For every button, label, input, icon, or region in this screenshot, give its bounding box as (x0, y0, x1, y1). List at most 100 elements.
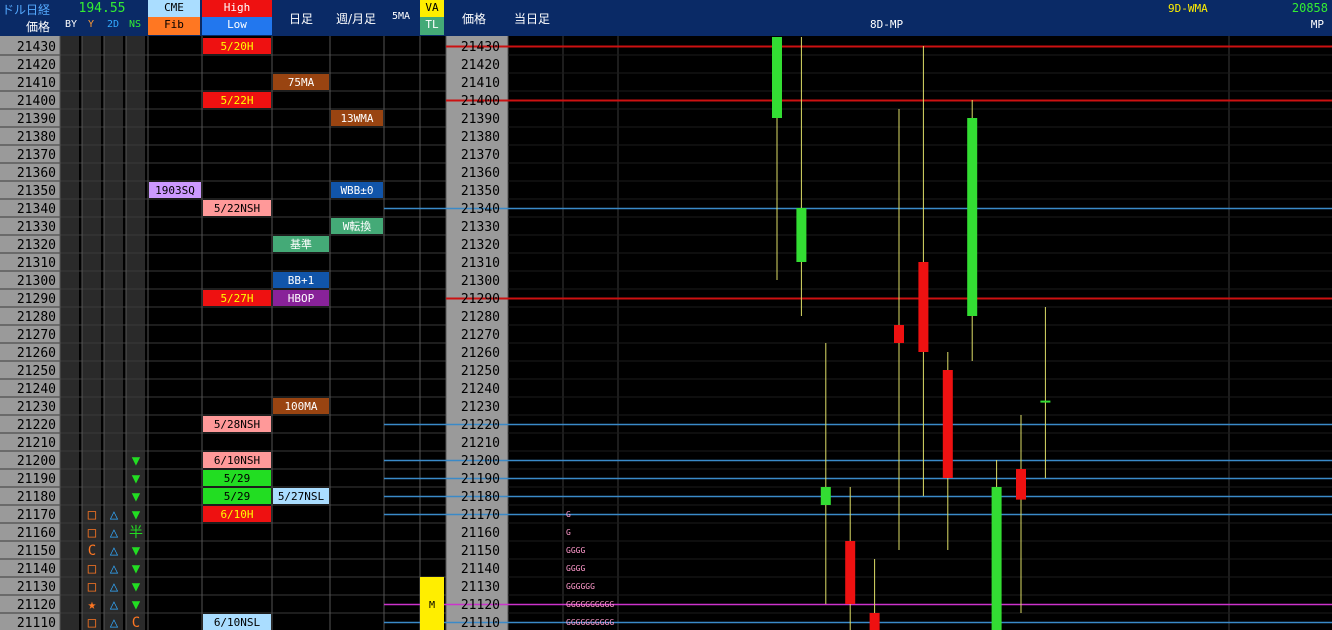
signal-ns: C (132, 615, 140, 630)
price-tick-right: 21260 (461, 346, 500, 361)
highlow-label-text: 5/29 (224, 490, 251, 503)
price-tick-right: 21250 (461, 364, 500, 379)
daily-header: 日足 (288, 12, 313, 26)
signal-y: △ (110, 525, 119, 541)
price-tick-right: 21380 (461, 130, 500, 145)
price-tick-right: 21190 (461, 472, 500, 487)
signal-ns: 半 (129, 525, 143, 541)
price-tick-left: 21330 (17, 220, 56, 235)
high-header: High (202, 0, 272, 17)
daily-label-text: 75MA (288, 76, 315, 89)
signal-y: △ (110, 507, 119, 523)
price-tick-right: 21150 (461, 544, 500, 559)
price-tick-right: 21110 (461, 616, 500, 630)
price-tick-right: 21310 (461, 256, 500, 271)
candle-body (1016, 469, 1026, 500)
price-tick-left: 21400 (17, 94, 56, 109)
price-tick-right: 21420 (461, 58, 500, 73)
signal-y: △ (110, 543, 119, 559)
price-tick-right: 21410 (461, 76, 500, 91)
chart-screen: ドル日経 価格 194.55 BY Y 2D NS CME Fib High L… (0, 0, 1332, 630)
price-tick-left: 21250 (17, 364, 56, 379)
price-tick-right: 21360 (461, 166, 500, 181)
price-tick-right: 21300 (461, 274, 500, 289)
price-tick-left: 21220 (17, 418, 56, 433)
price-tick-right: 21120 (461, 598, 500, 613)
signal-ns: ▼ (132, 471, 141, 487)
price-tick-right: 21430 (461, 40, 500, 55)
col-ns-header: NS (128, 19, 142, 30)
weekly-label-text: 13WMA (340, 112, 373, 125)
signal-ns: ▼ (132, 597, 141, 613)
low-header: Low (202, 17, 272, 35)
weekly-label-text: WBB±0 (340, 184, 373, 197)
price-tick-left: 21270 (17, 328, 56, 343)
signal-ns: ▼ (132, 579, 141, 595)
highlow-label-text: 5/29 (224, 472, 251, 485)
price-tick-right: 21340 (461, 202, 500, 217)
price-tick-right: 21270 (461, 328, 500, 343)
candle-body (991, 487, 1002, 630)
va-header: VA (420, 0, 444, 17)
signal-by: C (88, 543, 96, 559)
candle-body (894, 325, 904, 343)
candle-body (845, 541, 856, 604)
value-readout: 194.55 (78, 1, 126, 16)
price-tick-left: 21380 (17, 130, 56, 145)
signal-y: △ (110, 597, 119, 613)
signal-by: □ (88, 579, 97, 595)
price-tick-left: 21290 (17, 292, 56, 307)
price-tick-right: 21130 (461, 580, 500, 595)
candle-body (820, 487, 831, 505)
price-tick-left: 21280 (17, 310, 56, 325)
signal-ns: ▼ (132, 489, 141, 505)
price-tick-left: 21210 (17, 436, 56, 451)
price-tick-left: 21120 (17, 598, 56, 613)
highlow-label-text: 6/10NSL (214, 616, 261, 629)
price-tick-right: 21290 (461, 292, 500, 307)
price-tick-right: 21140 (461, 562, 500, 577)
signal-ns: ▼ (132, 561, 141, 577)
price-tick-right: 21320 (461, 238, 500, 253)
mp8d-header: 8D-MP (870, 18, 904, 31)
price-tick-left: 21230 (17, 400, 56, 415)
highlow-label-text: 5/20H (220, 40, 253, 53)
signal-ns: ▼ (132, 507, 141, 523)
signal-y: △ (110, 561, 119, 577)
highlow-label-text: 5/22H (220, 94, 253, 107)
price-tick-left: 21260 (17, 346, 56, 361)
highlow-label-text: 5/27H (220, 292, 253, 305)
va-mark-text: M (429, 600, 435, 611)
price-tick-right: 21200 (461, 454, 500, 469)
price-header-label: 価格 (26, 20, 51, 34)
price-tick-left: 21350 (17, 184, 56, 199)
cme-label-text: 1903SQ (155, 184, 195, 197)
highlow-label-text: 6/10H (220, 508, 253, 521)
market-profile-text: GGGG (566, 564, 585, 573)
market-profile-text: GGGGGGGGGG (566, 618, 614, 627)
price-tick-right: 21180 (461, 490, 500, 505)
highlow-label-text: 5/22NSH (214, 202, 260, 215)
daily-label-text: HBOP (288, 292, 315, 305)
market-profile-text: GGGGGGGGGG (566, 600, 614, 609)
pair-title: ドル日経 (2, 3, 51, 17)
price-tick-right: 21230 (461, 400, 500, 415)
price-tick-right: 21210 (461, 436, 500, 451)
signal-y: △ (110, 579, 119, 595)
price-tick-right: 21400 (461, 94, 500, 109)
price-tick-left: 21430 (17, 40, 56, 55)
ma5-header: 5MA (391, 11, 411, 22)
weekly-label-text: W転換 (343, 220, 372, 233)
mp-header: MP (1310, 18, 1324, 31)
fib-header: Fib (148, 17, 200, 35)
market-profile-text: G (566, 528, 571, 537)
daily-label-text: 5/27NSL (278, 490, 325, 503)
price-tick-left: 21410 (17, 76, 56, 91)
highlow-label-text: 6/10NSH (214, 454, 260, 467)
price-tick-right: 21370 (461, 148, 500, 163)
price-tick-left: 21130 (17, 580, 56, 595)
price-tick-right: 21160 (461, 526, 500, 541)
price-tick-left: 21110 (17, 616, 56, 630)
cme-header: CME (148, 0, 200, 17)
candle-body (869, 613, 880, 630)
